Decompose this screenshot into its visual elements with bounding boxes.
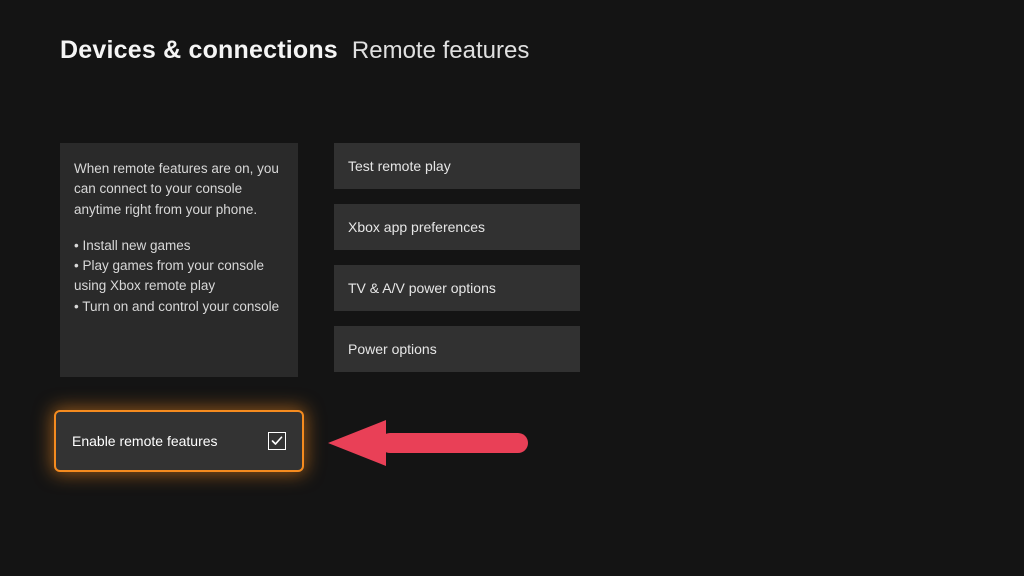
menu-list: Test remote play Xbox app preferences TV… (334, 143, 580, 372)
page-header: Devices & connections Remote features (0, 0, 1024, 65)
info-intro: When remote features are on, you can con… (74, 159, 284, 220)
page-title: Devices & connections (60, 36, 338, 65)
info-bullet: • Turn on and control your console (74, 297, 284, 317)
info-panel: When remote features are on, you can con… (60, 143, 298, 377)
annotation-arrow-icon (328, 418, 528, 468)
menu-item-xbox-app-preferences[interactable]: Xbox app preferences (334, 204, 580, 250)
enable-remote-features-label: Enable remote features (72, 433, 218, 449)
checkmark-icon (271, 435, 283, 447)
menu-item-test-remote-play[interactable]: Test remote play (334, 143, 580, 189)
content-area: When remote features are on, you can con… (0, 65, 1024, 377)
enable-remote-features-row[interactable]: Enable remote features (56, 412, 302, 470)
page-subtitle: Remote features (352, 37, 529, 65)
menu-item-power-options[interactable]: Power options (334, 326, 580, 372)
enable-remote-features-checkbox[interactable] (268, 432, 286, 450)
menu-item-tv-av-power-options[interactable]: TV & A/V power options (334, 265, 580, 311)
info-bullet: • Play games from your console using Xbo… (74, 256, 284, 297)
info-bullet: • Install new games (74, 236, 284, 256)
